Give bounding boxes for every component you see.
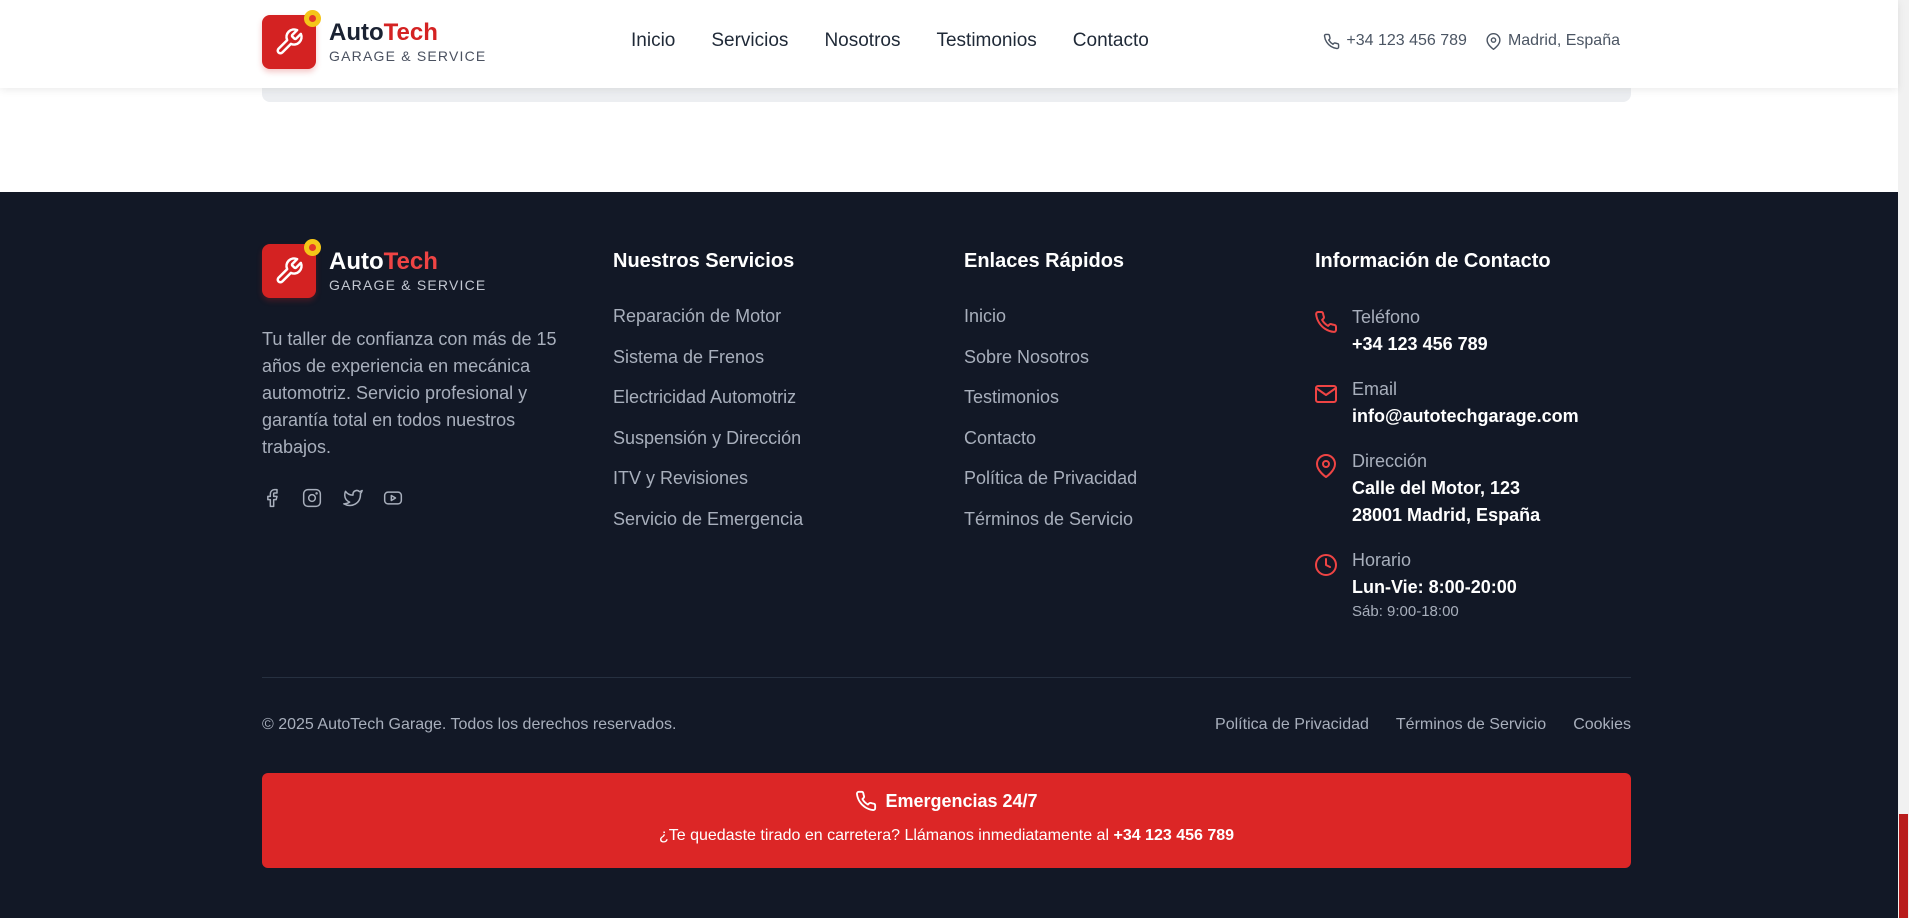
services-title: Nuestros Servicios xyxy=(613,250,795,272)
clock-icon xyxy=(1314,553,1338,577)
footer-description: Tu taller de confianza con más de 15 año… xyxy=(262,329,557,457)
social-links xyxy=(262,488,403,508)
copyright: © 2025 AutoTech Garage. Todos los derech… xyxy=(262,716,677,733)
legal-link-cookies[interactable]: Cookies xyxy=(1573,716,1631,734)
contact-label: Horario xyxy=(1352,550,1412,570)
legal-link-terms[interactable]: Términos de Servicio xyxy=(1396,716,1546,734)
site-header: AutoTech GARAGE & SERVICE Inicio Servici… xyxy=(0,0,1898,88)
header-location: Madrid, España xyxy=(1485,32,1620,50)
mail-icon xyxy=(1314,382,1338,406)
quick-links-list: Inicio Sobre Nosotros Testimonios Contac… xyxy=(964,306,1137,550)
nav-item-inicio[interactable]: Inicio xyxy=(631,30,675,52)
quick-link[interactable]: Inicio xyxy=(964,306,1137,347)
header-logo[interactable]: AutoTech GARAGE & SERVICE xyxy=(262,10,487,69)
brand-name: AutoTech xyxy=(329,248,438,275)
contact-value: Calle del Motor, 123 xyxy=(1352,478,1521,498)
contact-label: Dirección xyxy=(1352,451,1428,471)
header-contact: +34 123 456 789 Madrid, España xyxy=(1323,32,1620,50)
map-pin-icon xyxy=(1314,454,1338,478)
emergency-banner[interactable]: Emergencias 24/7 ¿Te quedaste tirado en … xyxy=(262,773,1631,868)
service-link[interactable]: Reparación de Motor xyxy=(613,306,803,347)
contact-value: +34 123 456 789 xyxy=(1352,334,1488,354)
quick-link[interactable]: Sobre Nosotros xyxy=(964,347,1137,388)
emergency-text: ¿Te quedaste tirado en carretera? Lláman… xyxy=(658,827,1235,844)
contact-value: 28001 Madrid, España xyxy=(1352,505,1541,525)
quick-link[interactable]: Testimonios xyxy=(964,387,1137,428)
footer-logo[interactable]: AutoTech GARAGE & SERVICE xyxy=(262,239,487,298)
emergency-phone[interactable]: +34 123 456 789 xyxy=(1113,827,1234,844)
map-pin-icon xyxy=(1486,32,1501,50)
contact-hours: Horario Lun-Vie: 8:00-20:00 Sáb: 9:00-18… xyxy=(1314,547,1517,623)
service-link[interactable]: Suspensión y Dirección xyxy=(613,428,803,469)
header-phone[interactable]: +34 123 456 789 xyxy=(1323,32,1467,50)
legal-link-privacy[interactable]: Política de Privacidad xyxy=(1215,716,1369,734)
wrench-logo-icon xyxy=(262,10,321,69)
nav-item-testimonios[interactable]: Testimonios xyxy=(936,30,1036,52)
footer-divider xyxy=(262,677,1631,678)
contact-address: Dirección Calle del Motor, 123 28001 Mad… xyxy=(1314,448,1540,529)
phone-icon xyxy=(1314,310,1338,334)
instagram-icon[interactable] xyxy=(302,488,322,508)
contact-phone[interactable]: Teléfono +34 123 456 789 xyxy=(1314,304,1488,358)
main-nav: Inicio Servicios Nosotros Testimonios Co… xyxy=(631,30,1149,52)
scrollbar-thumb[interactable] xyxy=(1899,814,1908,918)
facebook-icon[interactable] xyxy=(262,488,282,508)
contact-info-title: Información de Contacto xyxy=(1315,250,1551,272)
legal-links: Política de Privacidad Términos de Servi… xyxy=(1215,716,1631,734)
quick-links-title: Enlaces Rápidos xyxy=(964,250,1125,272)
service-link[interactable]: Servicio de Emergencia xyxy=(613,509,803,550)
logo-badge-icon xyxy=(304,239,321,256)
services-list: Reparación de Motor Sistema de Frenos El… xyxy=(613,306,803,550)
phone-icon xyxy=(856,790,877,812)
service-link[interactable]: Sistema de Frenos xyxy=(613,347,803,388)
quick-link[interactable]: Política de Privacidad xyxy=(964,468,1137,509)
quick-link[interactable]: Términos de Servicio xyxy=(964,509,1137,550)
contact-value: Lun-Vie: 8:00-20:00 xyxy=(1352,577,1517,597)
twitter-icon[interactable] xyxy=(342,488,363,508)
contact-value: info@autotechgarage.com xyxy=(1352,406,1579,426)
service-link[interactable]: Electricidad Automotriz xyxy=(613,387,803,428)
contact-value: Sáb: 9:00-18:00 xyxy=(1352,603,1459,620)
logo-badge-icon xyxy=(304,10,321,27)
brand-tagline: GARAGE & SERVICE xyxy=(329,48,487,64)
contact-label: Teléfono xyxy=(1352,307,1421,327)
emergency-title: Emergencias 24/7 xyxy=(885,790,1038,811)
nav-item-nosotros[interactable]: Nosotros xyxy=(824,30,900,52)
quick-link[interactable]: Contacto xyxy=(964,428,1137,469)
service-link[interactable]: ITV y Revisiones xyxy=(613,468,803,509)
contact-label: Email xyxy=(1352,379,1398,399)
phone-icon xyxy=(1324,33,1340,49)
wrench-logo-icon xyxy=(262,239,321,298)
brand-tagline: GARAGE & SERVICE xyxy=(329,277,487,293)
nav-item-contacto[interactable]: Contacto xyxy=(1073,30,1149,52)
youtube-icon[interactable] xyxy=(382,488,403,508)
scrollbar[interactable] xyxy=(1898,0,1909,918)
contact-email[interactable]: Email info@autotechgarage.com xyxy=(1314,376,1579,430)
nav-item-servicios[interactable]: Servicios xyxy=(711,30,788,52)
brand-name: AutoTech xyxy=(329,19,438,46)
